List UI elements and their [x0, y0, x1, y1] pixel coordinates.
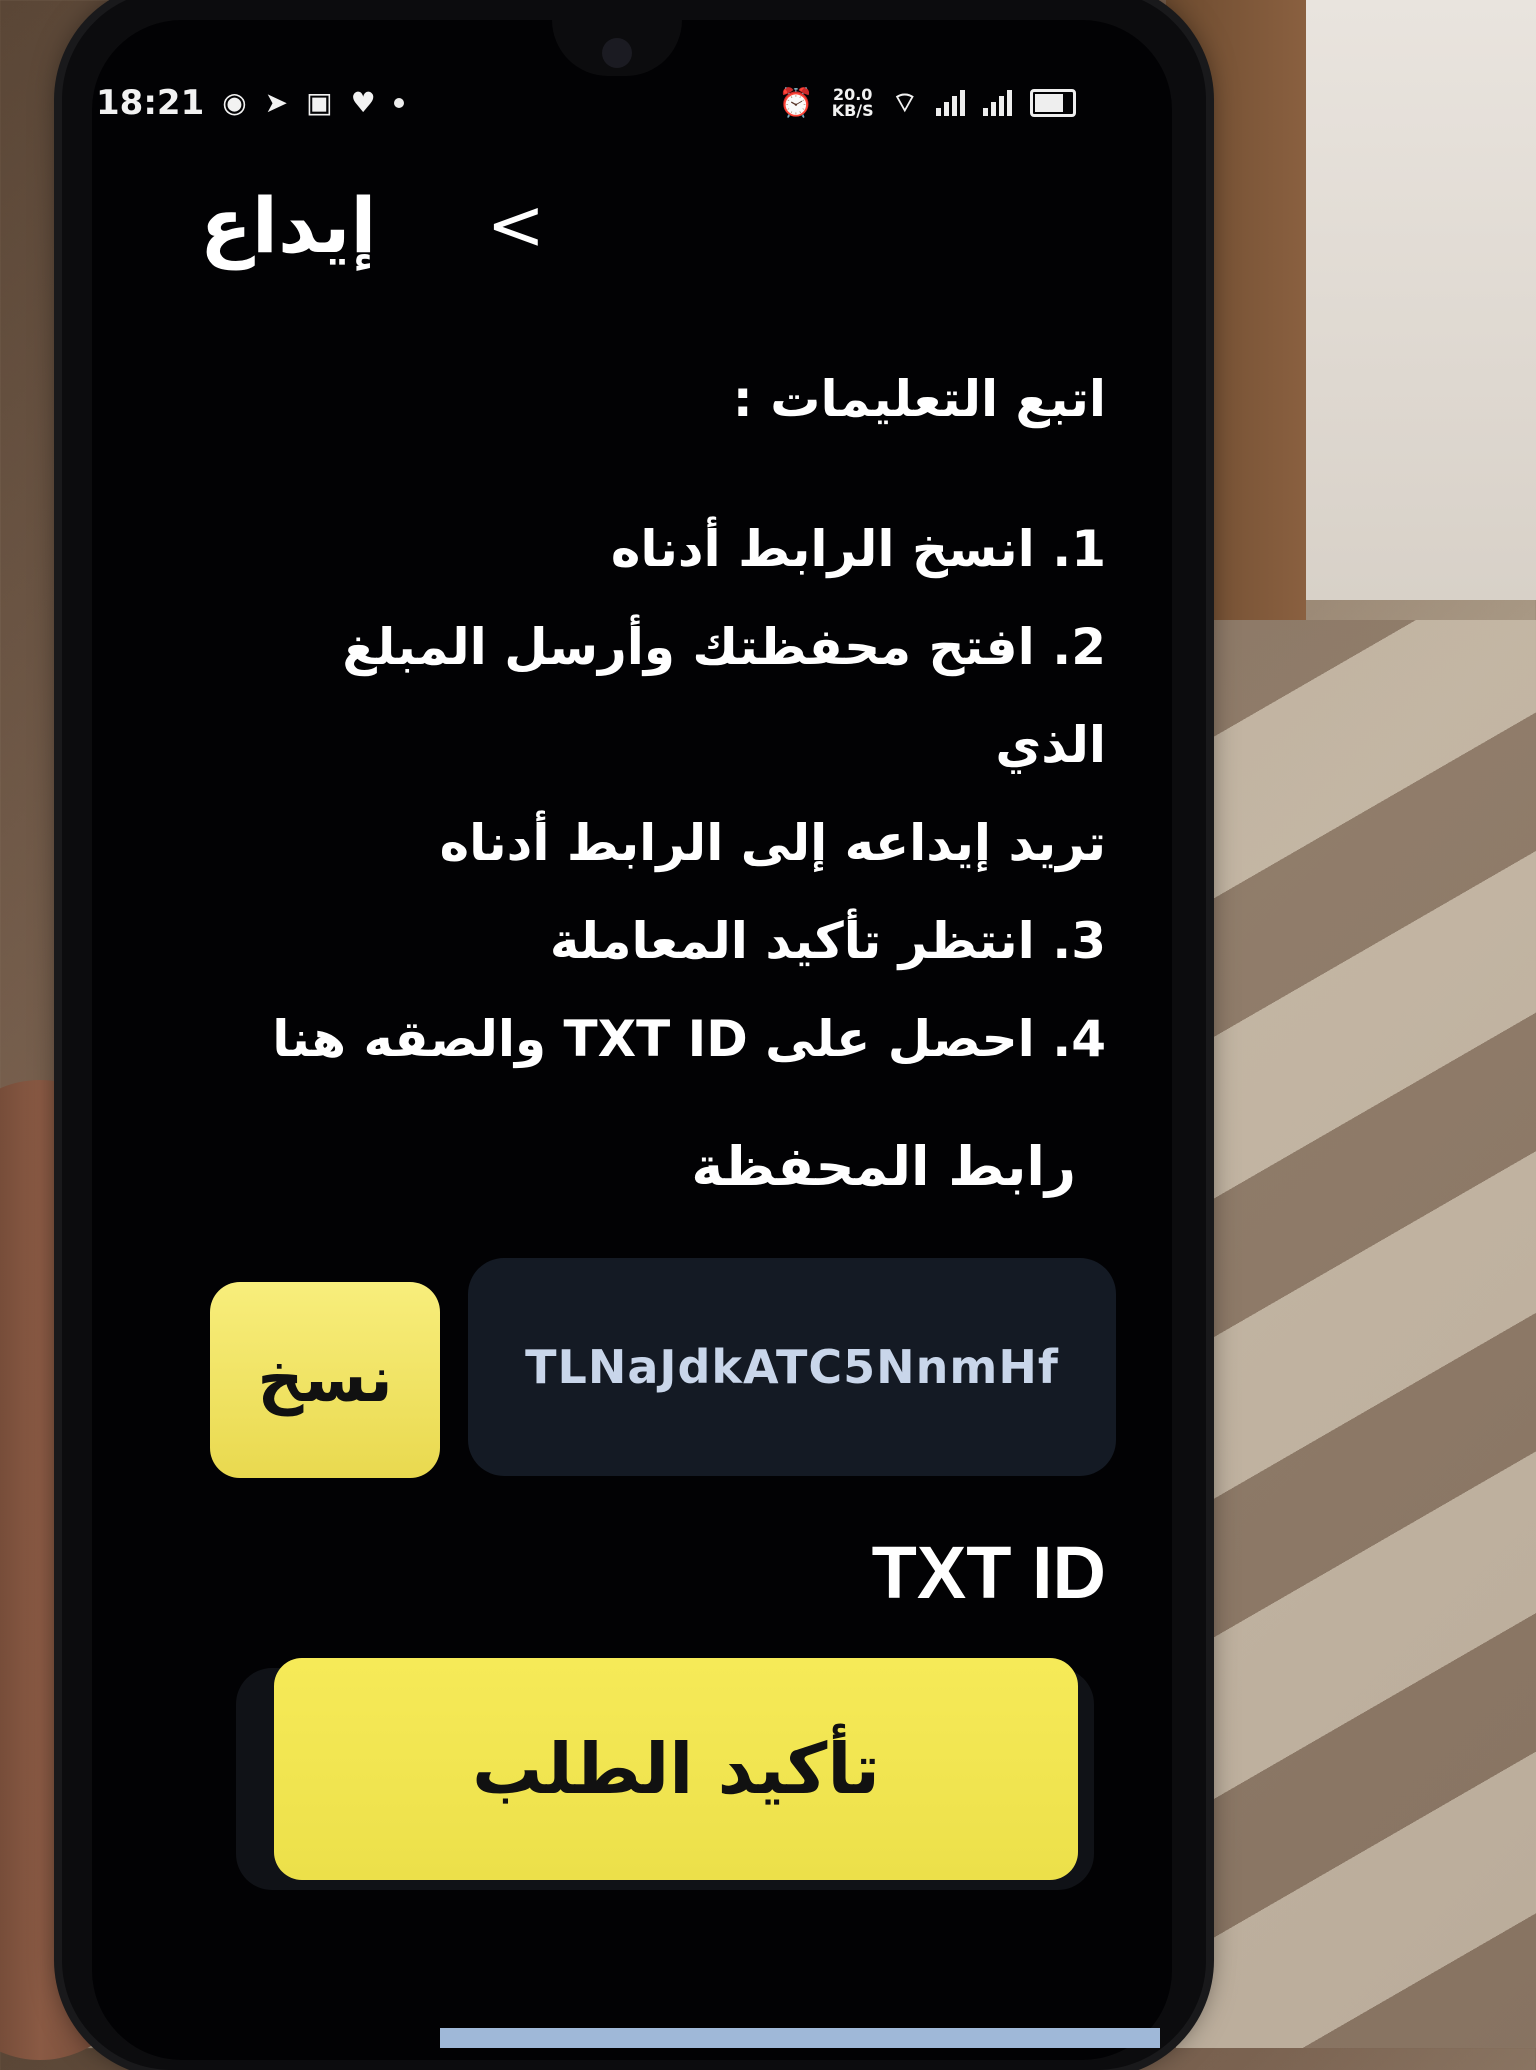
- status-time: 18:21: [96, 83, 205, 123]
- telegram-icon: ➤: [264, 86, 289, 119]
- instruction-step: 3. انتظر تأكيد المعاملة: [549, 912, 1106, 970]
- alarm-icon: ⏰: [778, 86, 814, 119]
- txid-label: TXT ID: [871, 1531, 1106, 1614]
- background-floor: [1176, 620, 1536, 2048]
- battery-icon: [1030, 89, 1076, 117]
- background-wall: [1296, 0, 1536, 600]
- status-left: 18:21 ◉ ➤ ▣ ♥: [96, 83, 404, 123]
- message-icon: ▣: [306, 86, 333, 119]
- battery-fill: [1035, 94, 1063, 112]
- instruction-step: 1. انسخ الرابط أدناه: [610, 520, 1106, 578]
- wallet-address-row: نسخ TLNaJdkATC5NnmHf: [210, 1258, 1116, 1478]
- network-speed: 20.0 KB/S: [832, 87, 874, 119]
- instruction-step: تريد إيداعه إلى الرابط أدناه: [439, 814, 1106, 872]
- messenger-icon: ◉: [222, 86, 247, 119]
- bottom-strip: [440, 2028, 1160, 2048]
- heart-icon: ♥: [350, 86, 376, 119]
- speed-unit: KB/S: [831, 101, 874, 120]
- instructions-list: 1. انسخ الرابط أدناه 2. افتح محفظتك وأرس…: [246, 500, 1106, 1088]
- copy-button[interactable]: نسخ: [210, 1282, 440, 1478]
- page-title: إيداع: [200, 180, 377, 270]
- instruction-step: 4. احصل على TXT ID والصقه هنا: [272, 1010, 1106, 1068]
- instruction-step: 2. افتح محفظتك وأرسل المبلغ الذي: [342, 618, 1106, 774]
- dot-icon: [393, 98, 404, 108]
- wallet-address-field[interactable]: TLNaJdkATC5NnmHf: [468, 1258, 1116, 1476]
- wifi-icon: ⌔: [891, 86, 918, 119]
- front-camera-icon: [602, 38, 632, 68]
- status-right: ⏰ 20.0 KB/S ⌔: [779, 87, 1076, 119]
- signal-icon-2: [983, 90, 1012, 116]
- wallet-address-text: TLNaJdkATC5NnmHf: [525, 1340, 1059, 1394]
- chevron-right-icon[interactable]: >: [486, 184, 545, 266]
- app-header: > إيداع: [200, 170, 1120, 280]
- status-bar: 18:21 ◉ ➤ ▣ ♥ ⏰ 20.0 KB/S ⌔: [96, 78, 1076, 128]
- instructions-title: اتبع التعليمات :: [732, 370, 1106, 428]
- signal-icon: [936, 90, 965, 116]
- wallet-label: رابط المحفظة: [691, 1135, 1076, 1198]
- confirm-order-button[interactable]: تأكيد الطلب: [274, 1658, 1078, 1880]
